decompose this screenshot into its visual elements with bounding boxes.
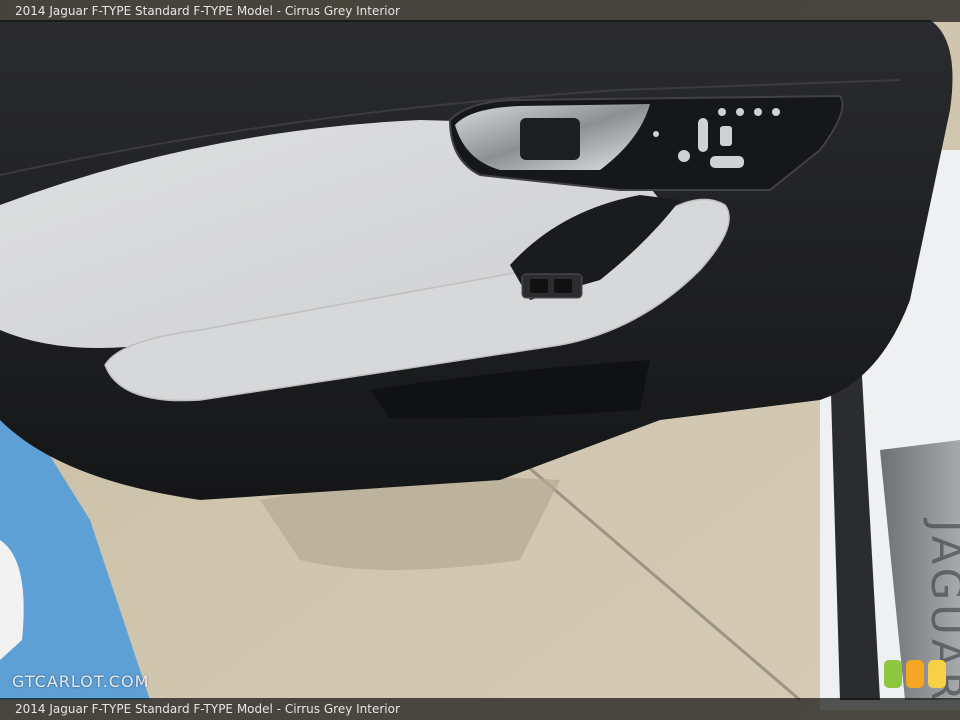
caption-bottom: 2014 Jaguar F-TYPE Standard F-TYPE Model… xyxy=(0,698,960,720)
window-switch-button[interactable] xyxy=(530,279,548,293)
watermark-logo: GTCARLOT.COM xyxy=(12,672,150,691)
rating-dots xyxy=(884,660,946,688)
window-switch-button[interactable] xyxy=(554,279,572,293)
car-door-photo: JAGUAR xyxy=(0,0,960,720)
caption-top: 2014 Jaguar F-TYPE Standard F-TYPE Model… xyxy=(0,0,960,22)
door-handle-recess xyxy=(520,118,580,160)
